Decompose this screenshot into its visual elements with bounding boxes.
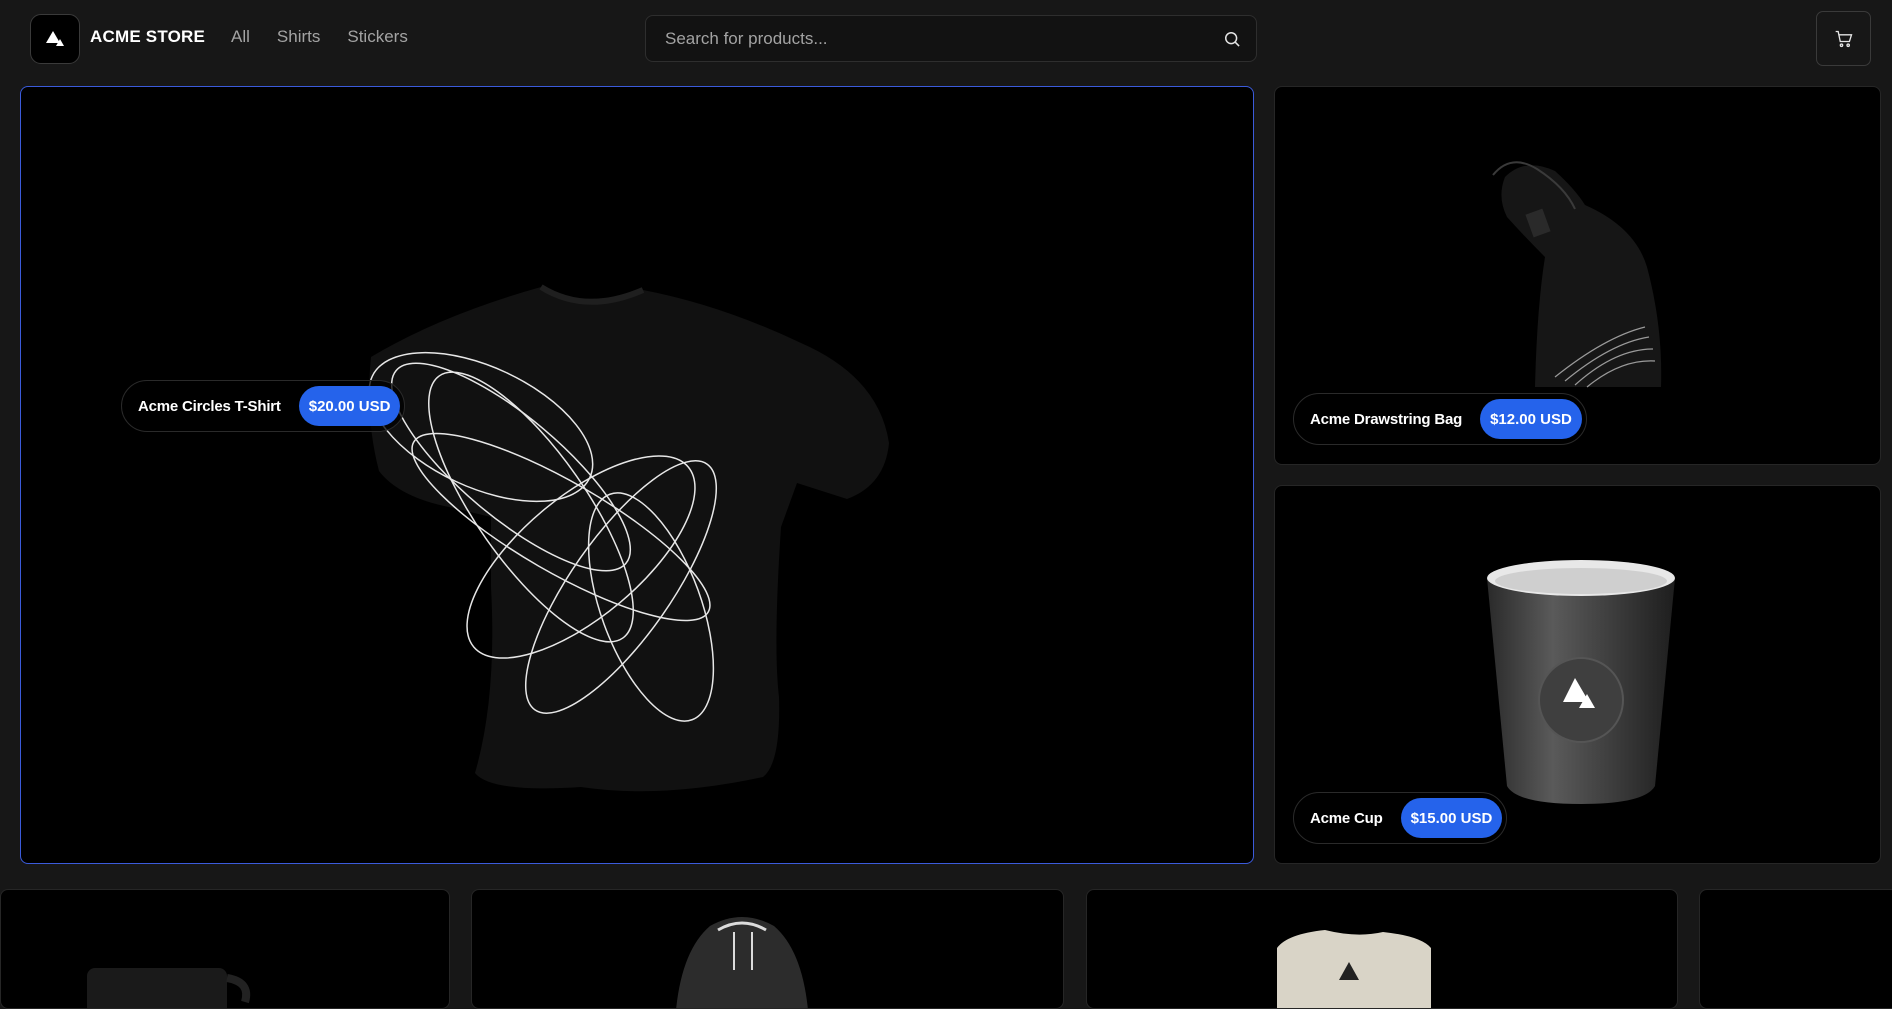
featured-product-tile-cup[interactable]: Acme Cup $15.00 USD [1274,485,1881,864]
nav-link-stickers[interactable]: Stickers [347,27,407,47]
product-price: $20.00 USD [298,386,401,426]
product-name: Acme Drawstring Bag [1310,410,1463,428]
product-image-hoodie [676,917,808,1008]
carousel-product-tile-onesie[interactable] [1086,889,1678,1009]
carousel-product-tile-hoodie[interactable] [471,889,1064,1009]
featured-product-tile-tshirt[interactable]: Acme Circles T-Shirt $20.00 USD [20,86,1254,864]
cart-button[interactable] [1816,11,1871,66]
product-label: Acme Drawstring Bag $12.00 USD [1293,393,1587,445]
primary-nav: All Shirts Stickers [231,27,408,47]
carousel-product-tile-mug[interactable] [0,889,450,1009]
product-image-circles-tshirt [368,284,889,792]
search-input[interactable] [646,16,1256,61]
nav-link-all[interactable]: All [231,27,250,47]
cart-icon [1835,30,1852,47]
featured-product-tile-bag[interactable]: Acme Drawstring Bag $12.00 USD [1274,86,1881,465]
search-icon[interactable] [1222,29,1242,49]
product-name: Acme Cup [1310,809,1383,827]
product-image-baby-onesie [1277,930,1431,1008]
store-name-link[interactable]: ACME STORE [90,27,205,47]
navbar: ACME STORE All Shirts Stickers [0,0,1892,77]
carousel-product-tile-partial[interactable] [1699,889,1892,1009]
product-label: Acme Circles T-Shirt $20.00 USD [121,380,406,432]
product-label: Acme Cup $15.00 USD [1293,792,1508,844]
search-box [645,15,1257,62]
product-name: Acme Circles T-Shirt [138,397,281,415]
product-price: $12.00 USD [1480,399,1582,439]
nav-link-shirts[interactable]: Shirts [277,27,320,47]
product-price: $15.00 USD [1400,798,1503,838]
acme-logo-icon [46,31,64,46]
store-logo-button[interactable] [30,14,80,64]
product-image-mug [87,968,251,1008]
